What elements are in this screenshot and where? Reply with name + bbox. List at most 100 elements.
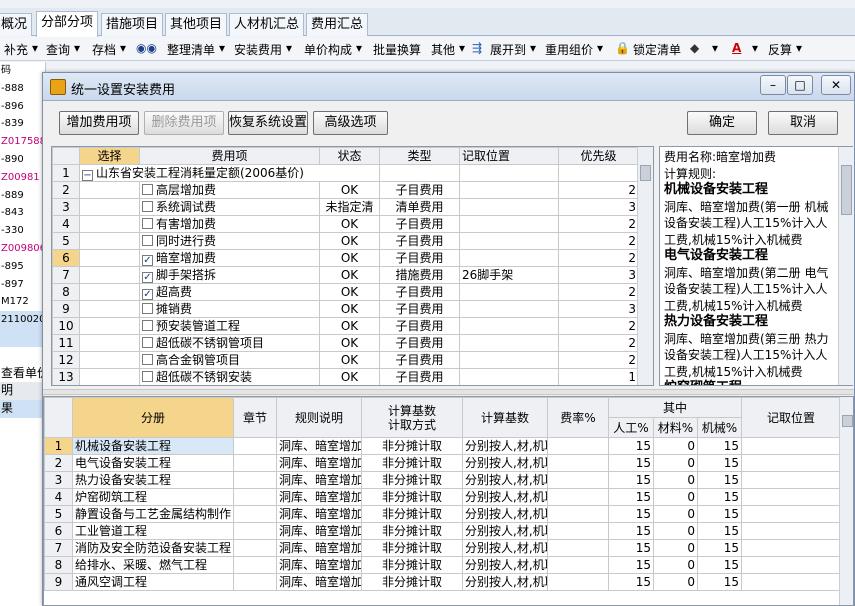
ok-button[interactable]: 确定 [687,111,757,135]
volume-row[interactable]: 2电气设备安装工程 洞库、暗室增加非分摊计取分别按人,材,机取费 15015 [44,454,841,472]
material-cell[interactable]: 0 [653,471,698,489]
labor-cell[interactable]: 15 [608,437,654,455]
toolbar-lock-list[interactable]: 锁定清单 [633,41,681,58]
advanced-options-button[interactable]: 高级选项 [313,111,388,135]
cost-item-row[interactable]: 8 ✓ 超高费 OK 子目费用 2 [52,283,639,301]
bottom-position-cell[interactable] [741,488,841,506]
select-cell[interactable] [79,232,140,250]
cost-item-row[interactable]: 6 ✓ 暗室增加费 OK 子目费用 2 [52,249,639,267]
priority-cell[interactable]: 2 [558,249,639,267]
method-cell[interactable]: 非分摊计取 [361,471,463,489]
toolbar-query[interactable]: 查询 [46,41,70,58]
select-checkbox[interactable] [142,320,153,331]
rate-cell[interactable] [547,539,609,557]
select-checkbox[interactable] [142,354,153,365]
base-cell[interactable]: 分别按人,材,机取费 [462,471,548,489]
priority-cell[interactable]: 2 [558,181,639,199]
toolbar-organize-list[interactable]: 整理清单 [167,41,215,58]
material-cell[interactable]: 0 [653,573,698,591]
material-cell[interactable]: 0 [653,454,698,472]
cost-item-row[interactable]: 7 ✓ 脚手架搭拆 OK 措施费用 26脚手架 3 [52,266,639,284]
method-cell[interactable]: 非分摊计取 [361,556,463,574]
bottom-position-cell[interactable] [741,437,841,455]
position-cell[interactable] [459,334,559,352]
cost-item-row[interactable]: 11 超低碳不锈钢管项目 OK 子目费用 2 [52,334,639,352]
chapter-cell[interactable] [233,522,277,540]
top-grid-scroll-thumb[interactable] [640,165,651,181]
toolbar-install-cost[interactable]: 安装费用 [234,41,282,58]
tab-cost-summary[interactable]: 费用汇总 [306,13,369,36]
info-scroll-thumb[interactable] [841,165,852,215]
rate-cell[interactable] [547,573,609,591]
priority-cell[interactable]: 2 [558,283,639,301]
cost-item-row[interactable]: 2 高层增加费 OK 子目费用 2 [52,181,639,199]
bottom-position-cell[interactable] [741,522,841,540]
select-checkbox[interactable]: ✓ [142,255,153,266]
tab-labor-material-summary[interactable]: 人材机汇总 [229,13,305,36]
select-cell[interactable] [79,266,140,284]
select-cell[interactable] [79,181,140,199]
header-material[interactable]: 材料% [653,417,698,438]
method-cell[interactable]: 非分摊计取 [361,505,463,523]
volume-row[interactable]: 9通风空调工程 洞库、暗室增加非分摊计取分别按人,材,机取费 15015 [44,573,841,591]
select-checkbox[interactable]: ✓ [142,272,153,283]
collapse-icon[interactable]: − [82,170,93,181]
cost-item-row[interactable]: 10 预安装管道工程 OK 子目费用 2 [52,317,639,335]
machine-cell[interactable]: 15 [697,505,742,523]
top-grid-scrollbar[interactable] [637,147,653,385]
select-cell[interactable] [79,215,140,233]
chapter-cell[interactable] [233,488,277,506]
minimize-icon[interactable]: – [760,75,786,95]
method-cell[interactable]: 非分摊计取 [361,522,463,540]
select-cell[interactable] [79,317,140,335]
select-checkbox[interactable] [142,184,153,195]
position-cell[interactable]: 26脚手架 [459,266,559,284]
cost-item-row[interactable]: 1− 山东省安装工程消耗量定额(2006基价) [52,164,639,182]
cost-item-row[interactable]: 3 系统调试费 未指定清 清单费用 3 [52,198,639,216]
delete-cost-item-button[interactable]: 删除费用项 [144,111,224,135]
header-chapter[interactable]: 章节 [233,397,277,438]
method-cell[interactable]: 非分摊计取 [361,539,463,557]
volume-row[interactable]: 1机械设备安装工程 洞库、暗室增加非分摊计取分别按人,材,机取费 15015 [44,437,841,455]
binoculars-icon[interactable]: ◉◉ [136,41,157,55]
header-status[interactable]: 状态 [319,147,380,165]
chapter-cell[interactable] [233,573,277,591]
toolbar-expand-to[interactable]: 展开到 [490,41,526,58]
position-cell[interactable] [459,300,559,318]
select-cell[interactable] [79,283,140,301]
header-select[interactable]: 选择 [79,147,140,165]
rate-cell[interactable] [547,454,609,472]
select-cell[interactable] [79,300,140,318]
rate-cell[interactable] [547,437,609,455]
font-color-icon[interactable]: A [732,41,741,55]
rate-cell[interactable] [547,522,609,540]
add-cost-item-button[interactable]: 增加费用项 [59,111,139,135]
volume-row[interactable]: 8给排水、采暖、燃气工程 洞库、暗室增加非分摊计取分别按人,材,机取费 15015 [44,556,841,574]
toolbar-other[interactable]: 其他 [431,41,455,58]
method-cell[interactable]: 非分摊计取 [361,437,463,455]
method-cell[interactable]: 非分摊计取 [361,573,463,591]
toolbar-reverse-calc[interactable]: 反算 [768,41,792,58]
labor-cell[interactable]: 15 [608,505,654,523]
machine-cell[interactable]: 15 [697,556,742,574]
material-cell[interactable]: 0 [653,522,698,540]
rate-cell[interactable] [547,505,609,523]
machine-cell[interactable]: 15 [697,437,742,455]
rate-cell[interactable] [547,471,609,489]
chapter-cell[interactable] [233,539,277,557]
position-cell[interactable] [459,249,559,267]
priority-cell[interactable]: 1 [558,368,639,385]
position-cell[interactable] [459,368,559,385]
toolbar-archive[interactable]: 存档 [92,41,116,58]
select-checkbox[interactable]: ✓ [142,289,153,300]
material-cell[interactable]: 0 [653,437,698,455]
volume-row[interactable]: 4炉窑砌筑工程 洞库、暗室增加非分摊计取分别按人,材,机取费 15015 [44,488,841,506]
close-icon[interactable]: ✕ [821,75,851,95]
bottom-grid-scroll-thumb[interactable] [842,415,853,427]
fill-color-icon[interactable]: ◆ [690,41,699,55]
volume-row[interactable]: 7消防及安全防范设备安装工程 洞库、暗室增加非分摊计取分别按人,材,机取费 1501… [44,539,841,557]
select-checkbox[interactable] [142,337,153,348]
header-cost-item[interactable]: 费用项 [139,147,320,165]
select-checkbox[interactable] [142,235,153,246]
position-cell[interactable] [459,317,559,335]
